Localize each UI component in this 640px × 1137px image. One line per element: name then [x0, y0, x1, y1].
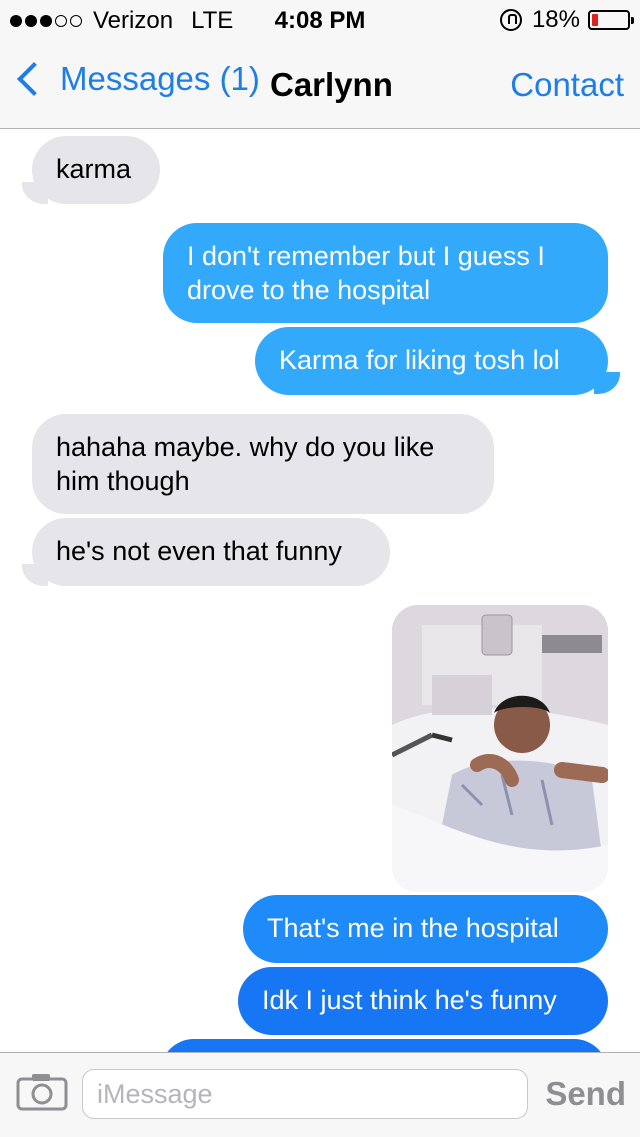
- camera-icon[interactable]: [16, 1073, 68, 1111]
- battery-fill: [592, 14, 598, 26]
- back-label: Messages (1): [60, 60, 260, 97]
- photo-attachment[interactable]: [392, 605, 608, 892]
- rotation-lock-icon: [499, 9, 522, 31]
- conversation-title: Carlynn: [270, 66, 393, 103]
- send-button[interactable]: Send: [545, 1075, 626, 1113]
- message-bubble-outgoing[interactable]: Karma for liking tosh lol: [255, 327, 608, 395]
- battery-icon: [588, 10, 634, 30]
- back-button[interactable]: Messages (1): [14, 60, 260, 98]
- message-input-bar: Send: [0, 1052, 640, 1137]
- status-bar: Verizon LTE 4:08 PM 18%: [0, 0, 640, 40]
- message-bubble-incoming[interactable]: karma: [32, 136, 160, 204]
- chevron-left-icon: [17, 62, 51, 96]
- imessage-field[interactable]: [82, 1069, 528, 1119]
- message-bubble-outgoing[interactable]: Idk I just think he's funny: [238, 967, 608, 1035]
- navigation-bar: Messages (1) Carlynn Contact: [0, 40, 640, 129]
- message-bubble-outgoing[interactable]: I don't remember but I guess I drove to …: [163, 223, 608, 323]
- hospital-photo-image: [392, 605, 608, 892]
- message-bubble-incoming[interactable]: hahaha maybe. why do you like him though: [32, 414, 494, 514]
- status-right: 18%: [499, 6, 634, 34]
- battery-percent: 18%: [531, 6, 580, 33]
- contact-button[interactable]: Contact: [510, 66, 624, 104]
- message-bubble-outgoing[interactable]: That's me in the hospital: [243, 895, 608, 963]
- imessage-input[interactable]: [83, 1070, 527, 1118]
- message-bubble-incoming[interactable]: he's not even that funny: [32, 518, 390, 586]
